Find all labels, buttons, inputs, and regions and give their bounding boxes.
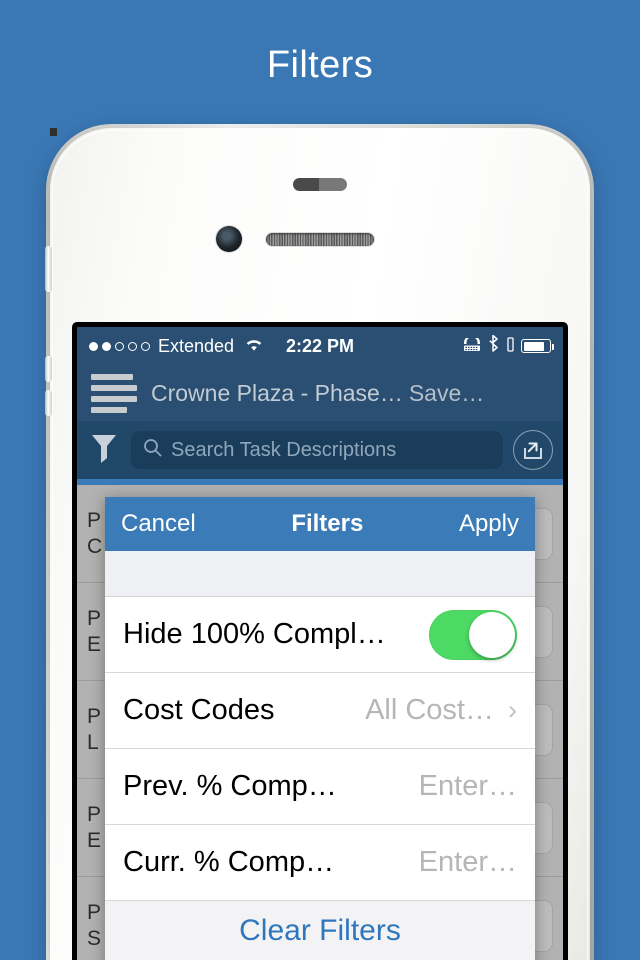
search-bar: Search Task Descriptions <box>77 421 563 479</box>
page-title: Filters <box>266 44 374 86</box>
filter-row-prev-percent[interactable]: Prev. % Comp… Enter… <box>105 749 535 825</box>
earpiece-speaker <box>265 232 375 247</box>
status-bar-right-icons <box>462 334 555 357</box>
volume-up-button[interactable] <box>45 356 52 382</box>
funnel-filter-icon[interactable] <box>87 433 121 467</box>
filters-modal-header: Cancel Filters Apply <box>105 497 535 551</box>
filter-row-label: Prev. % Comp… <box>123 770 337 802</box>
power-button[interactable] <box>50 128 57 136</box>
lock-rotation-icon <box>507 336 514 357</box>
filter-row-label: Hide 100% Compl… <box>123 618 386 650</box>
carrier-label: Extended <box>158 335 235 356</box>
wifi-icon <box>243 336 265 357</box>
share-export-icon[interactable] <box>513 430 553 470</box>
filter-row-cost-codes[interactable]: Cost Codes All Cost… › <box>105 673 535 749</box>
silent-switch-button[interactable] <box>45 246 52 292</box>
search-icon <box>143 438 162 462</box>
chevron-right-icon: › <box>508 695 517 725</box>
save-button[interactable]: Save… <box>409 380 484 407</box>
filter-row-label: Cost Codes <box>123 694 275 726</box>
filters-modal: Cancel Filters Apply Hide 100% Compl… Co… <box>105 497 535 960</box>
signal-strength-icon <box>89 341 150 351</box>
search-placeholder: Search Task Descriptions <box>171 438 397 461</box>
cancel-button[interactable]: Cancel <box>121 510 196 538</box>
nav-bar: Crowne Plaza - Phase… Save… <box>77 365 563 421</box>
filter-row-label: Curr. % Comp… <box>123 846 335 878</box>
clear-filters-button[interactable]: Clear Filters <box>239 914 401 948</box>
screen-bezel: Extended 2:22 PM Crowne Plaza - Phase… S… <box>72 322 568 960</box>
status-bar: Extended 2:22 PM <box>77 327 563 365</box>
prev-percent-input[interactable]: Enter… <box>419 770 517 803</box>
filter-row-curr-percent[interactable]: Curr. % Comp… Enter… <box>105 825 535 901</box>
filters-modal-title: Filters <box>291 510 364 537</box>
apply-button[interactable]: Apply <box>459 510 519 538</box>
volume-down-button[interactable] <box>45 390 52 416</box>
hamburger-menu-icon[interactable] <box>89 373 137 413</box>
phone-screen: Extended 2:22 PM Crowne Plaza - Phase… S… <box>77 327 563 960</box>
bluetooth-icon <box>489 334 500 357</box>
clear-filters-row[interactable]: Clear Filters <box>105 901 535 960</box>
filter-row-hide-complete[interactable]: Hide 100% Compl… <box>105 597 535 673</box>
tty-icon <box>462 334 482 357</box>
page-title-project: Crowne Plaza - Phase… <box>151 379 403 406</box>
phone-device-frame: Extended 2:22 PM Crowne Plaza - Phase… S… <box>45 124 594 960</box>
filters-modal-spacer <box>105 551 535 597</box>
proximity-sensor <box>293 178 347 191</box>
hide-complete-toggle[interactable] <box>429 609 517 660</box>
toggle-knob <box>469 611 515 658</box>
search-input[interactable]: Search Task Descriptions <box>131 431 503 469</box>
front-camera-icon <box>216 226 242 252</box>
battery-icon <box>521 339 555 353</box>
curr-percent-input[interactable]: Enter… <box>419 846 517 879</box>
cost-codes-value: All Cost… <box>365 694 494 726</box>
